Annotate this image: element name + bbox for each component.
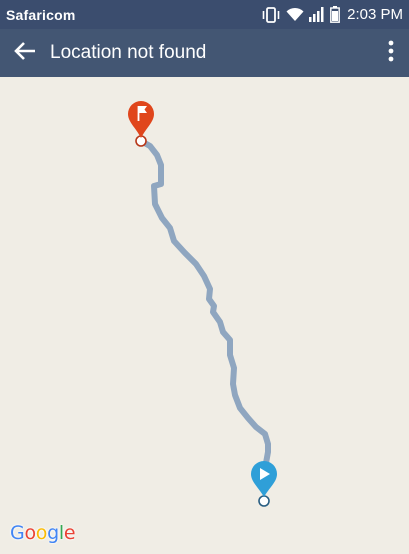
carrier-name: Safaricom: [6, 6, 76, 23]
back-button[interactable]: [0, 29, 50, 77]
google-logo-letter: g: [47, 522, 59, 544]
clock: 2:03 PM: [347, 6, 403, 23]
google-logo-letter: o: [35, 522, 48, 544]
page-title: Location not found: [50, 42, 207, 63]
google-logo-letter: o: [24, 522, 36, 544]
start-marker[interactable]: [251, 461, 277, 507]
google-logo-letter: e: [63, 522, 76, 544]
start-pin: [251, 461, 277, 497]
status-bar: Safaricom 2:03 PM: [0, 0, 409, 29]
route-line: [138, 138, 271, 466]
arrow-back-icon: [13, 41, 37, 66]
wifi-icon: [286, 7, 304, 22]
end-marker[interactable]: [128, 101, 154, 147]
google-logo: Google: [10, 522, 76, 544]
route-overlay: [128, 101, 277, 507]
start-point: [258, 495, 270, 507]
more-vert-icon: [388, 40, 394, 67]
overflow-menu-button[interactable]: [373, 29, 409, 77]
status-icons: 2:03 PM: [261, 6, 403, 23]
map-view[interactable]: [0, 77, 409, 554]
app-bar: Location not found: [0, 29, 409, 77]
vibrate-icon: [261, 6, 281, 23]
battery-icon: [330, 6, 341, 23]
google-logo-letter: G: [10, 522, 25, 544]
signal-icon: [309, 7, 325, 22]
